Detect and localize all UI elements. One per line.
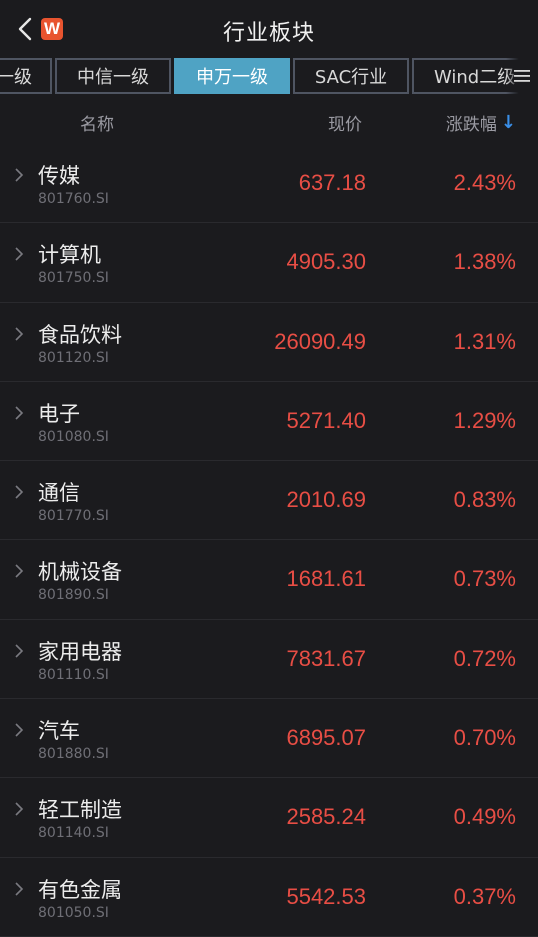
tab-sw-level1[interactable]: 申万一级 bbox=[174, 58, 290, 94]
list-item[interactable]: 机械设备 801890.SI 1681.61 0.73% bbox=[0, 540, 538, 620]
column-change-label: 涨跌幅 bbox=[445, 115, 497, 135]
sector-price: 1681.61 bbox=[286, 566, 366, 592]
chevron-right-icon bbox=[15, 485, 24, 499]
tab-menu-button[interactable] bbox=[506, 58, 538, 94]
sector-name: 食品饮料 bbox=[38, 322, 122, 347]
chevron-right-icon bbox=[15, 168, 24, 182]
sector-price: 2585.24 bbox=[286, 804, 366, 830]
sector-code: 801110.SI bbox=[38, 666, 109, 683]
list-item[interactable]: 有色金属 801050.SI 5542.53 0.37% bbox=[0, 858, 538, 937]
tab-sac-industry[interactable]: SAC行业 bbox=[293, 58, 409, 94]
sector-list: 传媒 801760.SI 637.18 2.43% 计算机 801750.SI … bbox=[0, 144, 538, 937]
sector-code: 801770.SI bbox=[38, 508, 109, 525]
sector-price: 4905.30 bbox=[286, 249, 366, 275]
category-tabs: 一级 中信一级 申万一级 SAC行业 Wind二级 bbox=[0, 58, 538, 98]
sector-name: 轻工制造 bbox=[38, 798, 122, 823]
sector-change: 1.38% bbox=[453, 249, 516, 275]
chevron-right-icon bbox=[15, 644, 24, 658]
sector-name: 有色金属 bbox=[38, 877, 122, 902]
sector-change: 0.72% bbox=[453, 645, 516, 671]
sector-name: 电子 bbox=[38, 401, 80, 426]
chevron-right-icon bbox=[15, 802, 24, 816]
sector-name: 计算机 bbox=[38, 243, 101, 268]
sector-price: 26090.49 bbox=[274, 328, 366, 354]
sort-desc-icon: ↓ bbox=[500, 112, 516, 133]
list-item[interactable]: 轻工制造 801140.SI 2585.24 0.49% bbox=[0, 778, 538, 858]
sector-change: 1.31% bbox=[453, 328, 516, 354]
sector-name: 机械设备 bbox=[38, 560, 122, 585]
sector-code: 801890.SI bbox=[38, 587, 109, 604]
list-item[interactable]: 电子 801080.SI 5271.40 1.29% bbox=[0, 382, 538, 462]
chevron-right-icon bbox=[15, 723, 24, 737]
sector-price: 637.18 bbox=[298, 170, 366, 195]
sector-change: 2.43% bbox=[453, 170, 516, 195]
chevron-right-icon bbox=[15, 564, 24, 579]
sector-change: 0.73% bbox=[453, 566, 516, 592]
sector-code: 801760.SI bbox=[38, 191, 109, 207]
sector-price: 5542.53 bbox=[286, 883, 366, 909]
column-change-header[interactable]: 涨跌幅 ↓ bbox=[446, 110, 516, 135]
sector-name: 家用电器 bbox=[38, 639, 122, 664]
list-item[interactable]: 食品饮料 801120.SI 26090.49 1.31% bbox=[0, 303, 538, 382]
list-item[interactable]: 通信 801770.SI 2010.69 0.83% bbox=[0, 461, 538, 541]
sector-change: 1.29% bbox=[453, 407, 516, 433]
list-item[interactable]: 家用电器 801110.SI 7831.67 0.72% bbox=[0, 620, 538, 700]
sector-code: 801050.SI bbox=[38, 904, 109, 921]
sector-name: 通信 bbox=[38, 481, 80, 506]
sector-code: 801120.SI bbox=[38, 349, 109, 366]
sector-name: 传媒 bbox=[38, 164, 80, 188]
sector-price: 7831.67 bbox=[286, 645, 366, 671]
sector-code: 801080.SI bbox=[38, 428, 109, 445]
sector-code: 801880.SI bbox=[38, 746, 109, 763]
sector-change: 0.49% bbox=[453, 804, 516, 830]
column-header: 名称 现价 涨跌幅 ↓ bbox=[0, 108, 538, 136]
sector-price: 5271.40 bbox=[286, 407, 366, 433]
menu-icon bbox=[514, 70, 530, 82]
sector-price: 6895.07 bbox=[286, 725, 366, 751]
chevron-right-icon bbox=[15, 882, 24, 896]
sector-code: 801750.SI bbox=[38, 270, 109, 287]
column-name-header[interactable]: 名称 bbox=[80, 110, 114, 135]
list-item[interactable]: 传媒 801760.SI 637.18 2.43% bbox=[0, 144, 538, 224]
sector-change: 0.83% bbox=[453, 487, 516, 513]
column-price-header[interactable]: 现价 bbox=[328, 110, 362, 135]
sector-code: 801140.SI bbox=[38, 825, 109, 842]
sector-change: 0.37% bbox=[453, 883, 516, 909]
top-bar: W 行业板块 bbox=[0, 0, 538, 58]
list-item[interactable]: 汽车 801880.SI 6895.07 0.70% bbox=[0, 699, 538, 779]
tab-partial-level1[interactable]: 一级 bbox=[0, 58, 52, 94]
list-item[interactable]: 计算机 801750.SI 4905.30 1.38% bbox=[0, 223, 538, 303]
tab-citic-level1[interactable]: 中信一级 bbox=[55, 58, 171, 94]
chevron-right-icon bbox=[15, 406, 24, 420]
chevron-right-icon bbox=[15, 247, 24, 261]
sector-name: 汽车 bbox=[38, 719, 80, 744]
page-title: 行业板块 bbox=[222, 21, 315, 46]
sector-change: 0.70% bbox=[453, 725, 516, 751]
sector-price: 2010.69 bbox=[286, 487, 366, 513]
chevron-right-icon bbox=[15, 327, 24, 341]
